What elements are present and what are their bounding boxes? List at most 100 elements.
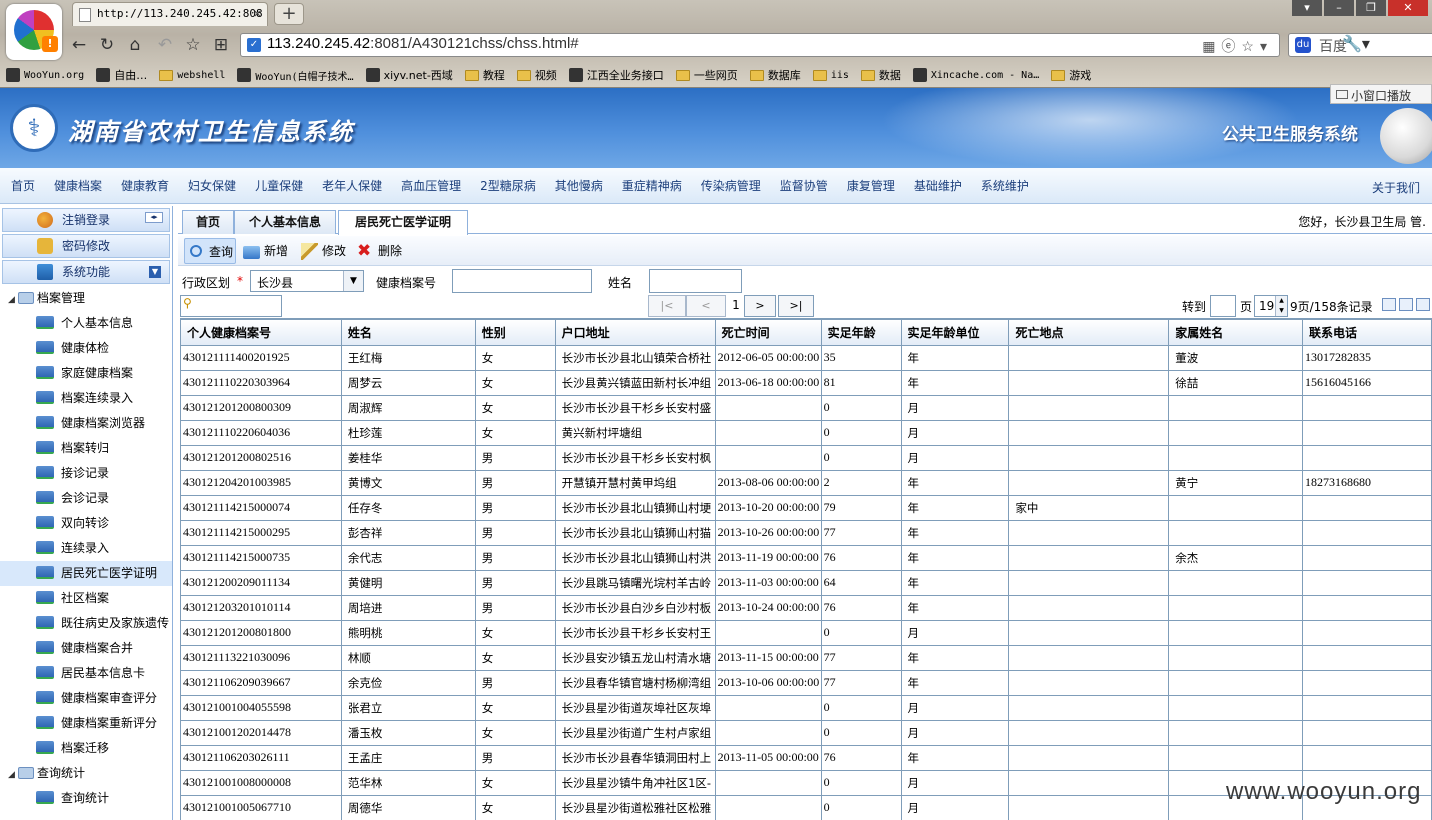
table-row[interactable]: 430121113221030096 林顺女长沙县安沙镇五龙山村清水塘 2013-1… (180, 644, 1432, 671)
menu-about[interactable]: 关于我们 (1372, 179, 1420, 196)
sidebar-tree-item[interactable]: 家庭健康档案 (0, 361, 172, 386)
column-header[interactable]: 实足年龄单位 (900, 318, 1010, 346)
sidebar-tree-item[interactable]: 查询统计 (0, 786, 172, 811)
query-button[interactable]: 查询 (184, 238, 236, 264)
bookmark-item[interactable]: WooYun.org (6, 68, 84, 82)
menu-item[interactable]: 康复管理 (847, 177, 895, 194)
table-row[interactable]: 430121110220303964 周梦云女长沙县黄兴镇蓝田新村长冲组 2013-… (180, 369, 1432, 396)
sidebar-tree-item[interactable]: 健康档案浏览器 (0, 411, 172, 436)
sidebar-tree-item[interactable]: 健康档案合并 (0, 636, 172, 661)
menu-item[interactable]: 基础维护 (914, 177, 962, 194)
close-tab-icon[interactable]: ✕ (254, 6, 261, 20)
home-icon[interactable]: ⌂ (124, 34, 146, 56)
change-password-button[interactable]: 密码修改 (2, 234, 170, 258)
system-functions-button[interactable]: 系统功能 ▼ (2, 260, 170, 284)
skin-icon[interactable]: ▾ (1292, 0, 1322, 16)
tab-home[interactable]: 首页 (182, 210, 234, 234)
bookmark-item[interactable]: 自由… (96, 67, 147, 83)
menu-item[interactable]: 重症精神病 (622, 177, 682, 194)
bookmark-item[interactable]: 数据 (860, 67, 901, 83)
table-row[interactable]: 430121204201003985 黄博文男开慧镇开慧村黄甲坞组 2013-08-… (180, 469, 1432, 496)
bookmark-item[interactable]: 游戏 (1051, 67, 1091, 83)
apps-icon[interactable]: ⊞ (210, 34, 232, 56)
refresh-icon[interactable]: ↻ (96, 34, 118, 56)
bookmark-item[interactable]: Xincache.com - Na… (912, 68, 1039, 82)
table-row[interactable]: 430121110220604036 杜珍莲女黄兴新村坪塘组 0 月 (180, 419, 1432, 446)
delete-button[interactable]: ✖ 删除 (354, 238, 406, 264)
sidebar-tree-item[interactable]: 健康档案审查评分 (0, 686, 172, 711)
sidebar-tree-item[interactable]: 健康体检 (0, 336, 172, 361)
sidebar-tree-item[interactable]: 档案转归 (0, 436, 172, 461)
sidebar-tree-item[interactable]: 既往病史及家族遗传 (0, 611, 172, 636)
menu-item[interactable]: 健康档案 (54, 177, 102, 194)
table-row[interactable]: 430121114215000735 余代志男长沙市长沙县北山镇狮山村洪 2013-… (180, 544, 1432, 571)
tree-group-query[interactable]: ◢ 查询统计 (0, 761, 172, 786)
print-icon[interactable] (1382, 298, 1396, 311)
sidebar-tree-item[interactable]: 连续录入 (0, 536, 172, 561)
last-page-button[interactable]: >| (778, 295, 814, 317)
collapse-sidebar-icon[interactable]: ◂▸ (145, 212, 163, 223)
bookmark-item[interactable]: 江西全业务接口 (568, 67, 664, 83)
address-bar[interactable]: ✓ 113.240.245.42:8081/A430121chss/chss.h… (240, 33, 1280, 57)
menu-item[interactable]: 监督协管 (780, 177, 828, 194)
menu-item[interactable]: 首页 (11, 177, 35, 194)
bookmark-item[interactable]: iis (812, 69, 849, 81)
goto-page-input[interactable] (1210, 295, 1236, 317)
first-page-button[interactable]: |< (648, 295, 686, 317)
column-header[interactable]: 死亡地点 (1008, 318, 1170, 346)
chevron-down-icon[interactable]: ▼ (149, 266, 161, 278)
table-row[interactable]: 430121203201010114 周培进男长沙市长沙县白沙乡白沙村板 2013-… (180, 594, 1432, 621)
bookmark-item[interactable]: 教程 (464, 67, 505, 83)
bookmark-item[interactable]: WooYun(白帽子技术… (237, 68, 354, 83)
next-page-button[interactable]: > (744, 295, 776, 317)
sidebar-tree-item[interactable]: 档案迁移 (0, 736, 172, 761)
sidebar-tree-item[interactable]: 居民基本信息卡 (0, 661, 172, 686)
browser-tab[interactable]: http://113.240.245.42:808 ✕ (72, 2, 268, 26)
sidebar-tree-item[interactable]: 接诊记录 (0, 461, 172, 486)
new-tab-button[interactable]: + (274, 3, 304, 25)
table-row[interactable]: 430121001004055598 张君立女长沙县星沙街道灰埠社区灰埠 0 月 (180, 694, 1432, 721)
quick-search-input[interactable]: ⚲ (180, 295, 282, 317)
table-row[interactable]: 430121114215000295 彭杏祥男长沙市长沙县北山镇狮山村猫 2013-… (180, 519, 1432, 546)
menu-item[interactable]: 2型糖尿病 (480, 177, 536, 194)
column-header[interactable]: 姓名 (340, 318, 476, 346)
column-header[interactable]: 户口地址 (554, 318, 716, 346)
record-no-input[interactable] (452, 269, 592, 293)
name-input[interactable] (649, 269, 742, 293)
table-row[interactable]: 430121201200801800 熊明桃女长沙市长沙县干杉乡长安村王 0 月 (180, 619, 1432, 646)
grid-icon[interactable] (1416, 298, 1430, 311)
table-row[interactable]: 430121001202014478 潘玉枚女长沙县星沙街道广生村卢家组 0 月 (180, 719, 1432, 746)
expand-arrow-icon[interactable]: ◢ (8, 288, 18, 313)
column-header[interactable]: 死亡时间 (714, 318, 822, 346)
tree-group-records[interactable]: ◢ 档案管理 (0, 286, 172, 311)
favorite-star-icon[interactable]: ☆ (182, 34, 204, 56)
spinner-arrows-icon[interactable]: ▲ ▼ (1275, 296, 1287, 316)
chevron-down-icon[interactable]: ▼ (343, 271, 363, 291)
table-row[interactable]: 430121201200800309 周淑辉女长沙市长沙县干杉乡长安村盛 0 月 (180, 394, 1432, 421)
menu-item[interactable]: 系统维护 (981, 177, 1029, 194)
address-bar-icons[interactable]: ▦ⓔ☆▾ (1202, 36, 1273, 56)
menu-item[interactable]: 健康教育 (121, 177, 169, 194)
expand-arrow-icon[interactable]: ◢ (8, 763, 18, 788)
sidebar-tree-item[interactable]: 会诊记录 (0, 486, 172, 511)
table-row[interactable]: 430121200209011134 黄健明男长沙县跳马镇曙光垸村羊古岭 2013-… (180, 569, 1432, 596)
bookmark-item[interactable]: 数据库 (749, 67, 801, 83)
add-button[interactable]: 新增 (240, 238, 296, 264)
table-row[interactable]: 430121106209039667 余克俭男长沙县春华镇官塘村杨柳湾组 2013-… (180, 669, 1432, 696)
district-select[interactable]: 长沙县 ▼ (250, 270, 364, 292)
sidebar-tree-item[interactable]: 社区档案 (0, 586, 172, 611)
mini-window-play-button[interactable]: 小窗口播放 (1330, 84, 1432, 104)
menu-item[interactable]: 传染病管理 (701, 177, 761, 194)
sidebar-tree-item[interactable]: 健康档案重新评分 (0, 711, 172, 736)
tab-personal-info[interactable]: 个人基本信息 (234, 210, 336, 234)
bookmark-item[interactable]: xiyv.net-西域 (365, 67, 453, 83)
sidebar-tree-item[interactable]: 档案连续录入 (0, 386, 172, 411)
column-header[interactable]: 家属姓名 (1168, 318, 1304, 346)
sidebar-tree-item[interactable]: 双向转诊 (0, 511, 172, 536)
table-row[interactable]: 430121106203026111 王孟庄男长沙市长沙县春华镇洞田村上 2013-… (180, 744, 1432, 771)
logout-button[interactable]: 注销登录 ◂▸ (2, 208, 170, 232)
page-size-stepper[interactable]: 19 ▲ ▼ (1254, 295, 1288, 317)
settings-wrench-icon[interactable]: 🔧▾ (1342, 34, 1370, 53)
browser-logo-icon[interactable]: ! (6, 4, 62, 60)
menu-item[interactable]: 儿童保健 (255, 177, 303, 194)
